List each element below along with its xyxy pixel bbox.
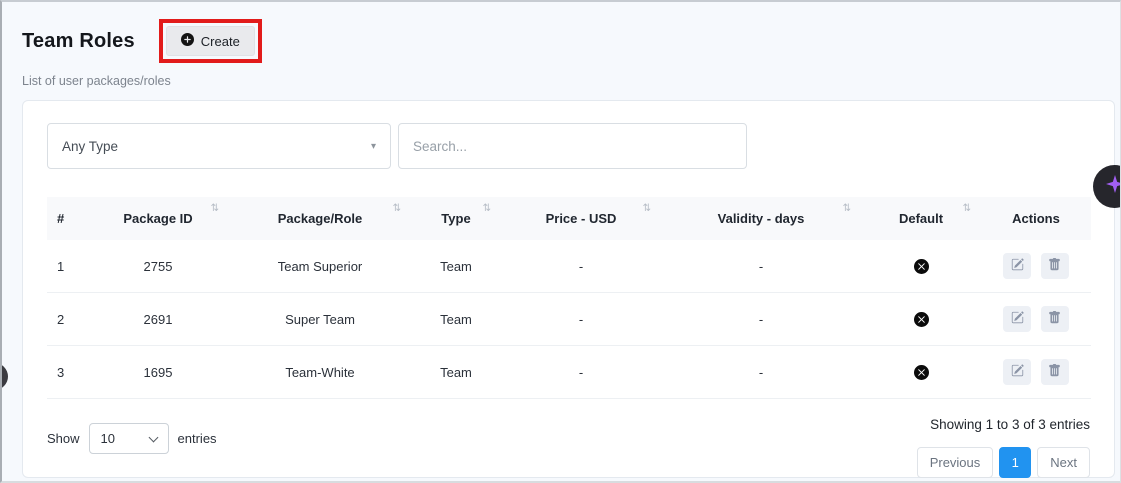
price-cell: - xyxy=(501,293,661,346)
trash-icon xyxy=(1048,311,1061,327)
price-cell: - xyxy=(501,346,661,399)
chevron-down-icon: ▾ xyxy=(371,141,376,152)
validity-cell: - xyxy=(661,346,861,399)
type-cell: Team xyxy=(411,240,501,293)
trash-icon xyxy=(1048,364,1061,380)
edit-button[interactable] xyxy=(1003,306,1031,332)
pagination: Previous 1 Next xyxy=(917,447,1090,478)
package-id-cell: 1695 xyxy=(87,346,229,399)
previous-page-button[interactable]: Previous xyxy=(917,447,994,478)
actions-cell xyxy=(981,293,1091,346)
annotation-highlight-box: Create xyxy=(159,19,262,63)
type-filter-select[interactable]: Any Type ▾ xyxy=(47,123,391,169)
col-header-price[interactable]: Price - USD⇅ xyxy=(501,197,661,240)
edit-button[interactable] xyxy=(1003,253,1031,279)
pencil-square-icon xyxy=(1011,258,1024,274)
sort-icon[interactable]: ⇅ xyxy=(843,203,851,214)
default-cell xyxy=(861,346,981,399)
col-header-default[interactable]: Default⇅ xyxy=(861,197,981,240)
page-1-button[interactable]: 1 xyxy=(999,447,1031,478)
trash-icon xyxy=(1048,258,1061,274)
plus-circle-icon xyxy=(181,33,194,49)
table-footer: Show 10 entries Showing 1 to 3 of 3 entr… xyxy=(47,415,1090,478)
package-role-cell: Team-White xyxy=(229,346,411,399)
delete-button[interactable] xyxy=(1041,253,1069,279)
actions-cell xyxy=(981,240,1091,293)
show-label: Show xyxy=(47,431,80,446)
page-size-select[interactable]: 10 xyxy=(89,423,169,454)
package-id-cell: 2691 xyxy=(87,293,229,346)
create-button-label: Create xyxy=(201,34,240,49)
x-circle-icon xyxy=(914,364,929,379)
page-size-group: Show 10 entries xyxy=(47,423,217,454)
default-cell xyxy=(861,240,981,293)
col-header-validity[interactable]: Validity - days⇅ xyxy=(661,197,861,240)
app-viewport: Team Roles Create List of user packages/… xyxy=(0,0,1121,483)
create-button[interactable]: Create xyxy=(166,26,255,56)
col-header-num: # xyxy=(47,197,87,240)
sort-icon[interactable]: ⇅ xyxy=(393,203,401,214)
col-header-actions: Actions xyxy=(981,197,1091,240)
table-header-row: # Package ID⇅ Package/Role⇅ Type⇅ Price … xyxy=(47,197,1091,240)
next-page-button[interactable]: Next xyxy=(1037,447,1090,478)
delete-button[interactable] xyxy=(1041,359,1069,385)
delete-button[interactable] xyxy=(1041,306,1069,332)
sort-icon[interactable]: ⇅ xyxy=(483,203,491,214)
default-cell xyxy=(861,293,981,346)
package-role-cell: Team Superior xyxy=(229,240,411,293)
edit-button[interactable] xyxy=(1003,359,1031,385)
table-row: 3 1695 Team-White Team - - xyxy=(47,346,1091,399)
price-cell: - xyxy=(501,240,661,293)
sort-icon[interactable]: ⇅ xyxy=(963,203,971,214)
left-edge-fab-button[interactable] xyxy=(0,363,8,390)
package-id-cell: 2755 xyxy=(87,240,229,293)
table-row: 2 2691 Super Team Team - - xyxy=(47,293,1091,346)
package-role-cell: Super Team xyxy=(229,293,411,346)
filter-row: Any Type ▾ xyxy=(47,123,1090,169)
roles-table: # Package ID⇅ Package/Role⇅ Type⇅ Price … xyxy=(47,197,1091,399)
validity-cell: - xyxy=(661,240,861,293)
page-header: Team Roles Create List of user packages/… xyxy=(2,2,1120,88)
x-circle-icon xyxy=(914,311,929,326)
table-row: 1 2755 Team Superior Team - - xyxy=(47,240,1091,293)
page-subtitle: List of user packages/roles xyxy=(22,74,1120,88)
actions-cell xyxy=(981,346,1091,399)
entries-summary: Showing 1 to 3 of 3 entries xyxy=(930,417,1090,432)
row-number: 3 xyxy=(47,346,87,399)
page-size-value: 10 xyxy=(101,431,115,446)
chevron-down-icon xyxy=(148,432,158,442)
row-number: 1 xyxy=(47,240,87,293)
type-filter-value: Any Type xyxy=(62,139,118,154)
pencil-square-icon xyxy=(1011,311,1024,327)
content-card: Any Type ▾ # Package ID⇅ Package/Role⇅ T… xyxy=(22,100,1115,478)
type-cell: Team xyxy=(411,346,501,399)
entries-label: entries xyxy=(178,431,217,446)
type-cell: Team xyxy=(411,293,501,346)
sparkle-icon xyxy=(1106,175,1121,198)
sort-icon[interactable]: ⇅ xyxy=(211,203,219,214)
row-number: 2 xyxy=(47,293,87,346)
page-title: Team Roles xyxy=(22,30,135,53)
search-input[interactable] xyxy=(398,123,747,169)
x-circle-icon xyxy=(914,258,929,273)
col-header-type[interactable]: Type⇅ xyxy=(411,197,501,240)
col-header-package-id[interactable]: Package ID⇅ xyxy=(87,197,229,240)
validity-cell: - xyxy=(661,293,861,346)
pencil-square-icon xyxy=(1011,364,1024,380)
col-header-package-role[interactable]: Package/Role⇅ xyxy=(229,197,411,240)
sort-icon[interactable]: ⇅ xyxy=(643,203,651,214)
